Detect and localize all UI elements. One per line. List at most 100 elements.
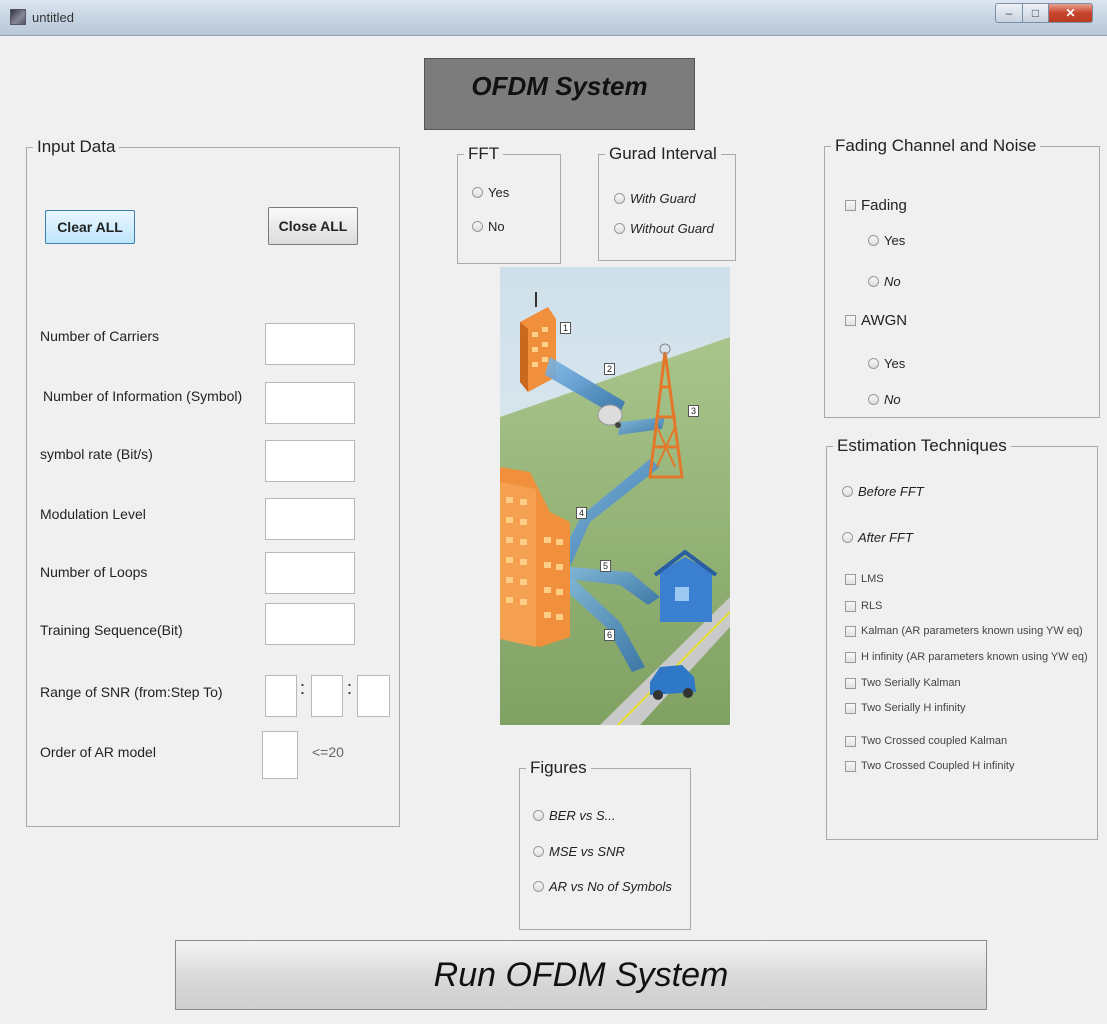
marker-label: 5: [600, 560, 612, 572]
awgn-no-radio[interactable]: No: [868, 392, 901, 407]
ofdm-network-illustration: 1 2 3 4 5 6: [500, 267, 730, 725]
awgn-yes-radio[interactable]: Yes: [868, 356, 905, 371]
training-sequence-label: Training Sequence(Bit): [40, 622, 183, 638]
checkbox-icon: [845, 625, 856, 637]
minimize-button[interactable]: –: [995, 3, 1023, 23]
before-fft-radio[interactable]: Before FFT: [842, 484, 924, 499]
fft-legend: FFT: [468, 144, 500, 163]
modulation-level-label: Modulation Level: [40, 506, 146, 522]
fft-panel: FFT: [457, 144, 561, 264]
fading-yes-radio[interactable]: Yes: [868, 233, 905, 248]
loops-field[interactable]: [265, 552, 355, 594]
marker-label: 1: [560, 322, 572, 334]
system-title-banner: OFDM System: [424, 58, 695, 130]
ar-order-hint: <=20: [312, 744, 344, 760]
rls-label: RLS: [861, 600, 883, 612]
snr-to-field[interactable]: [357, 675, 390, 717]
checkbox-icon: [845, 760, 856, 772]
estimation-legend: Estimation Techniques: [837, 436, 1007, 455]
checkbox-icon: [845, 200, 856, 211]
guard-interval-legend: Gurad Interval: [609, 144, 717, 163]
h-infinity-label: H infinity (AR parameters known using YW…: [861, 651, 1088, 663]
marker-label: 3: [688, 405, 700, 417]
fading-no-radio[interactable]: No: [868, 274, 901, 289]
mse-vs-snr-radio[interactable]: MSE vs SNR: [533, 844, 625, 859]
lms-label: LMS: [861, 573, 884, 585]
symbol-rate-label: symbol rate (Bit/s): [40, 446, 153, 462]
radio-icon: [842, 532, 853, 543]
without-guard-radio[interactable]: Without Guard: [614, 221, 714, 236]
marker-label: 6: [604, 629, 616, 641]
rls-checkbox[interactable]: RLS: [845, 600, 882, 612]
ar-vs-symbols-radio[interactable]: AR vs No of Symbols: [533, 879, 672, 894]
kalman-label: Kalman (AR parameters known using YW eq): [861, 625, 1083, 637]
serial-kalman-label: Two Serially Kalman: [861, 677, 961, 689]
marker-label: 2: [604, 363, 616, 375]
training-sequence-field[interactable]: [265, 603, 355, 645]
checkbox-icon: [845, 702, 856, 714]
radio-icon: [614, 193, 625, 204]
ar-order-field[interactable]: [262, 731, 298, 779]
lms-checkbox[interactable]: LMS: [845, 573, 884, 585]
snr-separator: :: [300, 678, 306, 698]
radio-icon: [614, 223, 625, 234]
serial-h-infinity-checkbox[interactable]: Two Serially H infinity: [845, 702, 966, 714]
radio-icon: [868, 276, 879, 287]
crossed-kalman-checkbox[interactable]: Two Crossed coupled Kalman: [845, 735, 1007, 747]
fft-no-radio[interactable]: No: [472, 219, 505, 234]
mse-vs-snr-label: MSE vs SNR: [549, 844, 625, 859]
title-bar: untitled – □ ✕: [0, 0, 1107, 36]
run-ofdm-button[interactable]: Run OFDM System: [175, 940, 987, 1010]
maximize-button[interactable]: □: [1023, 3, 1049, 23]
input-data-legend: Input Data: [37, 137, 116, 156]
snr-from-field[interactable]: [265, 675, 297, 717]
close-button[interactable]: ✕: [1049, 3, 1093, 23]
radio-icon: [868, 358, 879, 369]
fading-checkbox[interactable]: Fading: [845, 197, 907, 214]
with-guard-label: With Guard: [630, 191, 696, 206]
carriers-field[interactable]: [265, 323, 355, 365]
app-icon: [10, 9, 26, 25]
snr-range-label: Range of SNR (from:Step To): [40, 684, 223, 700]
carriers-label: Number of Carriers: [40, 328, 160, 344]
system-title: OFDM System: [471, 71, 648, 101]
after-fft-radio[interactable]: After FFT: [842, 530, 913, 545]
after-fft-label: After FFT: [858, 530, 913, 545]
serial-kalman-checkbox[interactable]: Two Serially Kalman: [845, 677, 961, 689]
marker-label: 4: [576, 507, 588, 519]
clear-all-button[interactable]: Clear ALL: [45, 210, 135, 244]
modulation-level-field[interactable]: [265, 498, 355, 540]
checkbox-icon: [845, 600, 856, 612]
loops-label: Number of Loops: [40, 564, 148, 580]
information-symbols-field[interactable]: [265, 382, 355, 424]
kalman-checkbox[interactable]: Kalman (AR parameters known using YW eq): [845, 625, 1083, 637]
symbol-rate-field[interactable]: [265, 440, 355, 482]
h-infinity-checkbox[interactable]: H infinity (AR parameters known using YW…: [845, 651, 1088, 663]
fading-yes-label: Yes: [884, 233, 906, 248]
awgn-checkbox[interactable]: AWGN: [845, 312, 907, 329]
without-guard-label: Without Guard: [630, 221, 714, 236]
checkbox-icon: [845, 735, 856, 747]
close-all-button[interactable]: Close ALL: [268, 207, 358, 245]
radio-icon: [472, 221, 483, 232]
fft-no-label: No: [488, 219, 505, 234]
crossed-h-infinity-checkbox[interactable]: Two Crossed Coupled H infinity: [845, 760, 1014, 772]
ber-vs-snr-label: BER vs S...: [549, 808, 616, 823]
fading-label: Fading: [861, 197, 907, 214]
ber-vs-snr-radio[interactable]: BER vs S...: [533, 808, 615, 823]
snr-separator: :: [347, 678, 353, 698]
awgn-no-label: No: [884, 392, 901, 407]
ar-vs-symbols-label: AR vs No of Symbols: [549, 879, 672, 894]
fading-noise-panel: Fading Channel and Noise: [824, 136, 1100, 418]
crossed-h-infinity-label: Two Crossed Coupled H infinity: [861, 760, 1015, 772]
snr-step-field[interactable]: [311, 675, 343, 717]
radio-icon: [868, 235, 879, 246]
crossed-kalman-label: Two Crossed coupled Kalman: [861, 735, 1008, 747]
figures-legend: Figures: [530, 758, 587, 777]
radio-icon: [842, 486, 853, 497]
ar-order-label: Order of AR model: [40, 744, 156, 760]
checkbox-icon: [845, 573, 856, 585]
radio-icon: [533, 881, 544, 892]
fft-yes-radio[interactable]: Yes: [472, 185, 509, 200]
with-guard-radio[interactable]: With Guard: [614, 191, 696, 206]
